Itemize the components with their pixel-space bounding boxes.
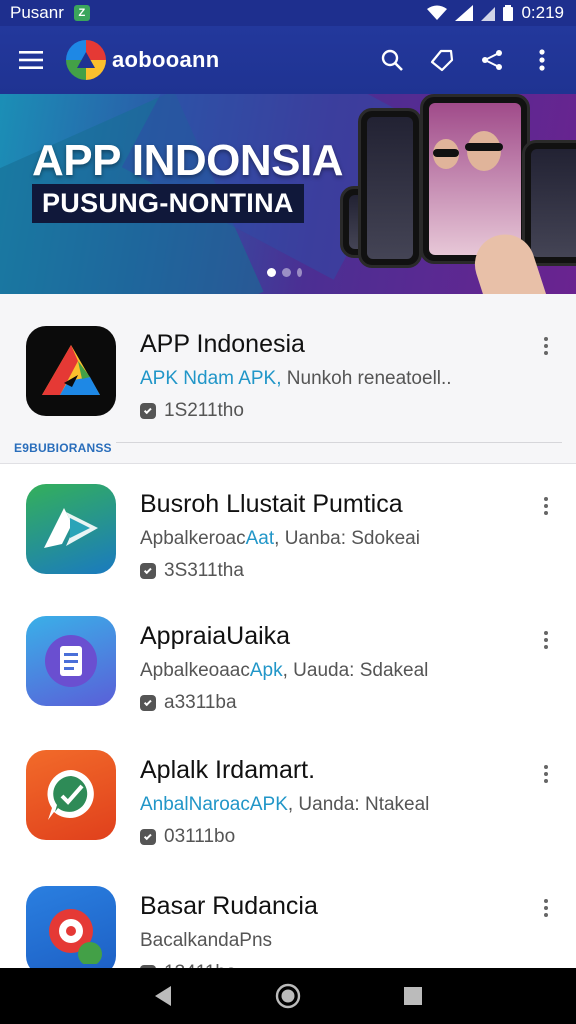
pager-dot[interactable] (282, 268, 291, 277)
pager-dot[interactable] (297, 268, 302, 277)
app-arrow-icon[interactable] (26, 484, 116, 574)
app-indonesia-icon[interactable] (26, 326, 116, 416)
app-name: Basar Rudancia (140, 892, 318, 920)
app-subtitle: ApbalkeoaacApk, Uauda: Sdakeal (140, 660, 429, 681)
more-vert-icon[interactable] (522, 40, 562, 80)
app-logo-icon (66, 40, 106, 80)
system-nav-bar (0, 968, 576, 1024)
app-title: aobooann (112, 47, 220, 72)
app-meta-value: 03111bo (164, 826, 236, 847)
list-item[interactable]: Basar Rudancia BacalkandaPns 13411ba (0, 884, 576, 968)
app-name: Aplalk Irdamart. (140, 756, 316, 784)
verified-icon (140, 403, 156, 419)
featured-app-row[interactable]: APP Indonesia APK Ndam APK, Nunkoh renea… (0, 324, 576, 458)
verified-icon (140, 695, 156, 711)
section-label: E9BUBIORANSS (14, 441, 112, 455)
banner-headline: APP INDONSIA (32, 136, 344, 185)
more-vert-icon[interactable] (536, 334, 556, 358)
app-name: AppraiaUaika (140, 622, 291, 650)
app-meta: 03111bo (140, 826, 532, 848)
status-bar: Pusanr Z 0:219 (0, 0, 576, 26)
more-vert-icon[interactable] (536, 762, 556, 786)
app-meta-value: a3311ba (164, 692, 237, 713)
home-icon[interactable] (268, 976, 308, 1016)
verified-icon (140, 563, 156, 579)
list-item[interactable]: AppraiaUaika ApbalkeoaacApk, Uauda: Sdak… (0, 616, 576, 750)
recents-icon[interactable] (393, 976, 433, 1016)
more-vert-icon[interactable] (536, 628, 556, 652)
app-subtitle: BacalkandaPns (140, 930, 273, 951)
back-icon[interactable] (143, 976, 183, 1016)
verified-icon (140, 829, 156, 845)
app-meta: a3311ba (140, 692, 532, 714)
list-item[interactable]: Busroh Llustait Pumtica ApbalkeroacAat, … (0, 482, 576, 616)
app-subtitle: ApbalkeroacAat, Uanba: Sdokeai (140, 528, 420, 549)
featured-app-card[interactable]: APP Indonesia APK Ndam APK, Nunkoh renea… (0, 294, 576, 464)
app-document-icon[interactable] (26, 616, 116, 706)
banner-pager[interactable] (267, 268, 302, 277)
signal-2-icon (481, 5, 496, 21)
phone-illustration (358, 108, 422, 268)
app-chat-icon[interactable] (26, 750, 116, 840)
notification-badge-icon: Z (73, 5, 90, 21)
tag-icon[interactable] (422, 40, 462, 80)
list-item[interactable]: Aplalk Irdamart. AnbalNaroacAPK, Uanda: … (0, 750, 576, 884)
carrier-label: Pusanr (10, 3, 64, 22)
app-name: Busroh Llustait Pumtica (140, 490, 403, 518)
search-icon[interactable] (372, 40, 412, 80)
more-vert-icon[interactable] (536, 494, 556, 518)
app-subtitle: AnbalNaroacAPK, Uanda: Ntakeal (140, 794, 430, 815)
banner-subline: PUSUNG-NONTINA (32, 184, 304, 223)
menu-icon[interactable] (14, 43, 48, 77)
pager-dot[interactable] (267, 268, 276, 277)
share-icon[interactable] (472, 40, 512, 80)
app-name: APP Indonesia (140, 330, 305, 358)
app-subtitle: APK Ndam APK, Nunkoh reneatoell.. (140, 368, 452, 389)
app-meta-value: 3S311tha (164, 560, 244, 581)
wifi-icon (427, 5, 448, 21)
app-bar: aobooann (0, 26, 576, 94)
signal-icon (455, 5, 474, 21)
app-badge-icon[interactable] (26, 886, 116, 968)
promo-banner[interactable]: APP INDONSIA PUSUNG-NONTINA (0, 94, 576, 294)
clock-label: 0:219 (521, 3, 564, 22)
app-meta: 3S311tha (140, 560, 532, 582)
app-list: Busroh Llustait Pumtica ApbalkeroacAat, … (0, 464, 576, 968)
app-meta: 1S211tho (140, 400, 532, 422)
app-meta-value: 1S211tho (164, 400, 244, 421)
divider (116, 442, 562, 443)
battery-icon (503, 5, 514, 21)
more-vert-icon[interactable] (536, 896, 556, 920)
